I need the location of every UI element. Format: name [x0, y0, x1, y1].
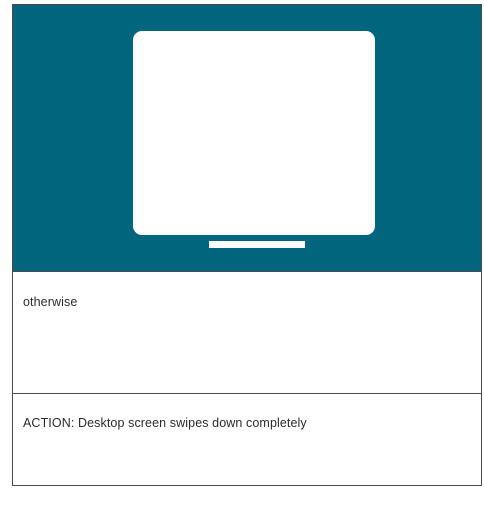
storyboard-frame: otherwise ACTION: Desktop screen swipes … [12, 4, 482, 486]
monitor-stand-icon [209, 241, 305, 248]
action-caption: ACTION: Desktop screen swipes down compl… [23, 416, 307, 430]
panel-divider [13, 393, 481, 394]
condition-caption: otherwise [23, 295, 78, 309]
panel-divider [13, 271, 481, 272]
illustration-panel [13, 5, 481, 271]
desktop-monitor-icon [133, 31, 375, 235]
